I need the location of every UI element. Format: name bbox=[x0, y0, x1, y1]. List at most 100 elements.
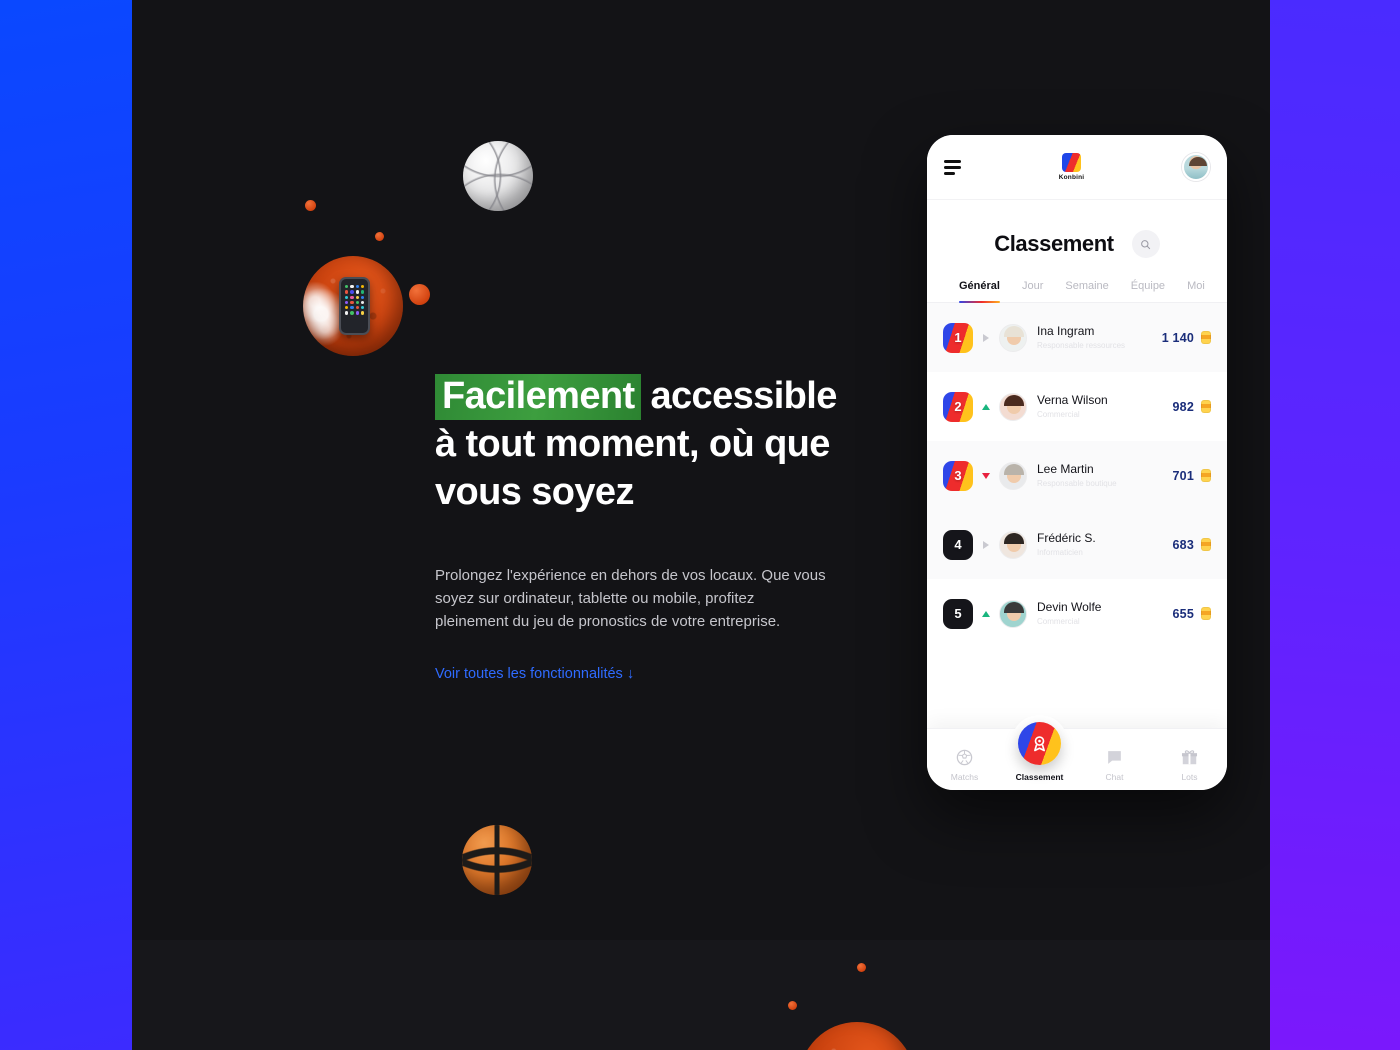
coin-stack-icon bbox=[1201, 538, 1211, 551]
table-row[interactable]: 4 Frédéric S. Informaticien 683 bbox=[927, 510, 1227, 579]
konbini-logo-icon bbox=[1062, 153, 1081, 172]
trend-flat-icon bbox=[973, 333, 999, 342]
tab-jour[interactable]: Jour bbox=[1022, 280, 1043, 302]
headline-line-2: à tout moment, où que bbox=[435, 423, 830, 465]
coin-stack-icon bbox=[1201, 469, 1211, 482]
player-name: Devin Wolfe bbox=[1037, 599, 1102, 614]
basketball-icon bbox=[462, 825, 532, 895]
avatar bbox=[999, 323, 1027, 352]
rank-badge: 5 bbox=[943, 598, 973, 629]
tab-semaine[interactable]: Semaine bbox=[1065, 280, 1108, 302]
player-role: Responsable boutique bbox=[1037, 478, 1117, 488]
rank-number: 5 bbox=[954, 606, 962, 621]
leaderboard-list: 1 Ina Ingram Responsable ressources 1 140 2 V… bbox=[927, 303, 1227, 648]
score-value: 683 bbox=[1172, 537, 1194, 552]
decor-dot bbox=[788, 1001, 797, 1010]
bottom-navigation: Matchs Classement Chat Lots bbox=[927, 715, 1227, 790]
rank-number: 2 bbox=[954, 399, 962, 414]
rank-badge: 4 bbox=[943, 529, 973, 560]
nav-item-chat[interactable]: Chat bbox=[1077, 748, 1152, 782]
rank-number: 4 bbox=[954, 537, 962, 552]
page-title: Facilement accessible à tout moment, où q… bbox=[435, 372, 855, 516]
tab-moi[interactable]: Moi bbox=[1187, 280, 1205, 302]
avatar bbox=[999, 392, 1027, 421]
nav-label: Matchs bbox=[950, 772, 979, 782]
score-group: 655 bbox=[1173, 607, 1211, 621]
trend-up-icon bbox=[973, 403, 999, 410]
nav-label: Chat bbox=[1105, 772, 1124, 782]
headline-highlight: Facilement bbox=[435, 374, 641, 420]
table-row[interactable]: 2 Verna Wilson Commercial 982 bbox=[927, 372, 1227, 441]
score-value: 982 bbox=[1172, 399, 1194, 414]
avatar bbox=[999, 530, 1027, 559]
table-row[interactable]: 1 Ina Ingram Responsable ressources 1 140 bbox=[927, 303, 1227, 372]
hero-copy: Facilement accessible à tout moment, où q… bbox=[435, 372, 855, 683]
award-badge-icon[interactable] bbox=[1018, 722, 1061, 765]
chat-bubble-icon bbox=[1105, 748, 1124, 767]
see-all-features-link[interactable]: Voir toutes les fonctionnalités ↓ bbox=[435, 666, 634, 682]
row-info: Devin Wolfe Commercial bbox=[1037, 600, 1173, 628]
left-gradient-edge bbox=[0, 0, 132, 1050]
player-role: Commercial bbox=[1037, 616, 1080, 626]
brand-name: Konbini bbox=[1058, 174, 1085, 181]
score-group: 683 bbox=[1173, 538, 1211, 552]
row-info: Verna Wilson Commercial bbox=[1037, 393, 1173, 421]
user-avatar[interactable] bbox=[1182, 153, 1210, 181]
player-name: Ina Ingram bbox=[1037, 323, 1095, 338]
leaderboard-tabs: Général Jour Semaine Équipe Moi bbox=[927, 258, 1227, 303]
brand-logo: Konbini bbox=[1059, 153, 1085, 181]
player-name: Lee Martin bbox=[1037, 461, 1094, 476]
gift-icon bbox=[1180, 748, 1199, 767]
player-role: Commercial bbox=[1037, 409, 1080, 419]
player-role: Informaticien bbox=[1037, 547, 1083, 557]
coin-stack-icon bbox=[1201, 607, 1211, 620]
hero-body-text: Prolongez l'expérience en dehors de vos … bbox=[435, 567, 826, 630]
phone-mockup: Konbini Classement Général Jour Semaine Équ… bbox=[927, 135, 1227, 790]
phone-thumbnail-decoration bbox=[339, 277, 370, 335]
coin-stack-icon bbox=[1201, 331, 1211, 344]
decor-dot bbox=[375, 232, 384, 241]
rank-number: 3 bbox=[954, 468, 962, 483]
table-row[interactable]: 3 Lee Martin Responsable boutique 701 bbox=[927, 441, 1227, 510]
trend-down-icon bbox=[973, 472, 999, 479]
score-group: 982 bbox=[1173, 400, 1211, 414]
trend-flat-icon bbox=[973, 540, 999, 549]
tab-quipe[interactable]: Équipe bbox=[1131, 280, 1165, 302]
nav-item-matchs[interactable]: Matchs bbox=[927, 748, 1002, 782]
page-root: Facilement accessible à tout moment, où q… bbox=[0, 0, 1400, 1050]
score-value: 655 bbox=[1172, 606, 1194, 621]
tab-gnral[interactable]: Général bbox=[959, 280, 1000, 303]
nav-label: Lots bbox=[1181, 772, 1198, 782]
decor-dot bbox=[857, 963, 866, 972]
nav-item-classement[interactable]: Classement bbox=[1002, 715, 1077, 782]
row-info: Lee Martin Responsable boutique bbox=[1037, 462, 1173, 490]
player-name: Frédéric S. bbox=[1037, 530, 1096, 545]
trend-up-icon bbox=[973, 610, 999, 617]
decor-dot bbox=[305, 200, 316, 211]
search-icon[interactable] bbox=[1131, 230, 1160, 258]
score-group: 1 140 bbox=[1162, 331, 1211, 345]
screen-title-row: Classement bbox=[927, 200, 1227, 258]
soccer-ball-icon bbox=[955, 748, 974, 767]
screen-title: Classement bbox=[994, 231, 1114, 256]
row-info: Frédéric S. Informaticien bbox=[1037, 531, 1173, 559]
nav-item-lots[interactable]: Lots bbox=[1152, 748, 1227, 782]
avatar bbox=[999, 461, 1027, 490]
rank-badge: 2 bbox=[943, 391, 973, 422]
content-stage: Facilement accessible à tout moment, où q… bbox=[132, 0, 1270, 1050]
score-group: 701 bbox=[1173, 469, 1211, 483]
rank-badge: 3 bbox=[943, 460, 973, 491]
row-info: Ina Ingram Responsable ressources bbox=[1037, 324, 1162, 352]
table-row[interactable]: 5 Devin Wolfe Commercial 655 bbox=[927, 579, 1227, 648]
score-value: 1 140 bbox=[1161, 330, 1194, 345]
headline-rest: accessible bbox=[640, 375, 837, 417]
nav-label: Classement bbox=[1015, 772, 1064, 782]
headline-line-3: vous soyez bbox=[435, 471, 634, 513]
hamburger-menu-icon[interactable] bbox=[944, 159, 961, 175]
app-header: Konbini bbox=[927, 135, 1227, 200]
rank-badge: 1 bbox=[943, 322, 973, 353]
rank-number: 1 bbox=[954, 330, 962, 345]
next-section-panel bbox=[132, 940, 1270, 1050]
coin-stack-icon bbox=[1201, 400, 1211, 413]
player-name: Verna Wilson bbox=[1037, 392, 1108, 407]
